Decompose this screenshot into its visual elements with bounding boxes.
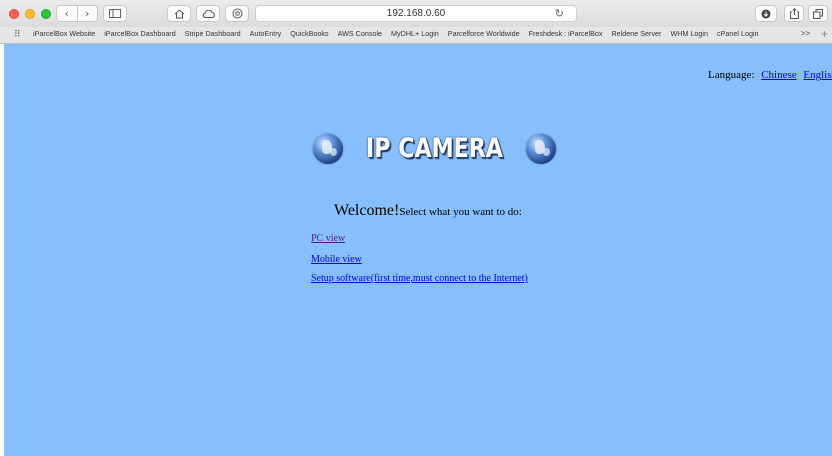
setup-software-link[interactable]: Setup software(first time,must connect t…	[311, 273, 528, 284]
reload-icon[interactable]: ↻	[555, 7, 564, 20]
bookmark-item[interactable]: MyDHL+ Login	[391, 29, 439, 38]
mobile-view-link[interactable]: Mobile view	[311, 254, 528, 265]
welcome-heading: Welcome!	[334, 202, 400, 219]
bookmark-item[interactable]: Reldene Server	[611, 29, 661, 38]
tabs-icon[interactable]	[808, 5, 828, 22]
cloud-icon[interactable]	[196, 5, 220, 22]
bookmark-item[interactable]: iParcelBox Website	[33, 29, 95, 38]
privacy-icon[interactable]	[225, 5, 249, 22]
bookmarks-bar: ⠿ iParcelBox Website iParcelBox Dashboar…	[0, 27, 832, 44]
share-icon[interactable]	[784, 5, 804, 22]
home-icon[interactable]	[167, 5, 191, 22]
grid-icon[interactable]: ⠿	[14, 30, 21, 40]
chevron-left-icon[interactable]: ‹	[57, 6, 78, 21]
language-chinese-link[interactable]: Chinese	[761, 69, 796, 81]
bookmark-item[interactable]: cPanel Login	[717, 29, 759, 38]
banner-title: IP CAMERA	[366, 133, 503, 164]
language-selector: Language: Chinese English	[708, 69, 832, 81]
window-maximize-button[interactable]	[41, 9, 51, 19]
browser-toolbar: ‹ › 192.168.0.60 ↻	[0, 0, 832, 28]
globe-icon	[313, 133, 343, 164]
bookmark-item[interactable]: AWS Console	[338, 29, 382, 38]
sidebar-icon[interactable]	[103, 5, 127, 22]
bookmark-item[interactable]: QuickBooks	[290, 29, 328, 38]
bookmark-item[interactable]: AutoEntry	[250, 29, 282, 38]
bookmark-item[interactable]: iParcelBox Dashboard	[104, 29, 176, 38]
navigation-buttons: ‹ ›	[56, 5, 98, 22]
pc-view-link[interactable]: PC view	[311, 233, 528, 244]
address-text: 192.168.0.60	[386, 8, 446, 19]
window-close-button[interactable]	[9, 9, 19, 19]
globe-icon	[525, 133, 556, 164]
language-english-link[interactable]: English	[803, 69, 832, 81]
bookmark-list: iParcelBox Website iParcelBox Dashboard …	[33, 29, 759, 38]
web-page: Language: Chinese English IP CAMERA Welc…	[4, 44, 832, 456]
bookmark-item[interactable]: Stripe Dashboard	[185, 29, 241, 38]
address-bar[interactable]: 192.168.0.60 ↻	[255, 5, 577, 22]
bookmark-item[interactable]: Parcelforce Worldwide	[448, 29, 520, 38]
window-minimize-button[interactable]	[25, 9, 35, 19]
welcome-instruction: Select what you want to do:	[399, 206, 522, 218]
download-icon[interactable]	[755, 5, 777, 22]
language-label: Language:	[708, 69, 755, 81]
ip-camera-banner: IP CAMERA	[313, 133, 556, 164]
welcome-message: Welcome!Select what you want to do:	[334, 202, 522, 220]
bookmark-item[interactable]: WHM Login	[670, 29, 708, 38]
new-tab-plus-icon[interactable]: +	[821, 27, 828, 41]
bookmark-item[interactable]: Freshdesk : iParcelBox	[529, 29, 603, 38]
view-options: PC view Mobile view Setup software(first…	[311, 233, 528, 284]
bookmarks-more-button[interactable]: >>	[801, 29, 810, 38]
chevron-right-icon[interactable]: ›	[78, 6, 98, 21]
